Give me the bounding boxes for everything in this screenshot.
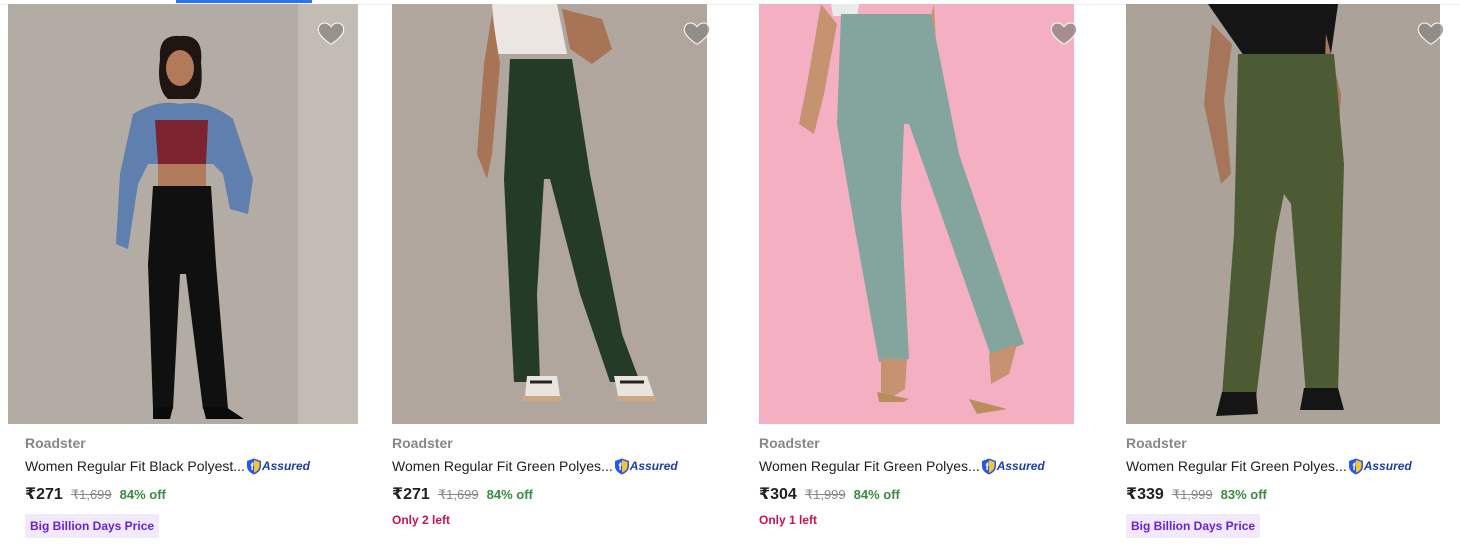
assured-label: Assured — [1363, 459, 1412, 473]
product-brand: Roadster — [25, 435, 86, 451]
flipkart-assured-icon: f — [246, 458, 261, 474]
stock-note: Only 2 left — [392, 513, 451, 527]
original-price: ₹1,999 — [1171, 487, 1213, 502]
assured-badge: f Assured — [246, 458, 310, 475]
flipkart-assured-icon: f — [614, 458, 629, 474]
product-title[interactable]: Women Regular Fit Green Polyes... — [392, 456, 613, 476]
flipkart-assured-icon: f — [981, 458, 996, 474]
original-price: ₹1,699 — [70, 487, 112, 502]
heart-icon[interactable] — [1416, 18, 1446, 48]
heart-icon[interactable] — [316, 18, 346, 48]
product-title[interactable]: Women Regular Fit Green Polyes... — [1126, 456, 1347, 476]
selling-price: ₹339 — [1126, 486, 1164, 503]
product-brand: Roadster — [759, 435, 820, 451]
product-image[interactable] — [392, 4, 707, 424]
active-tab-indicator — [176, 0, 312, 3]
product-image[interactable] — [8, 4, 358, 424]
heart-icon[interactable] — [682, 18, 712, 48]
product-info: Roadster Women Regular Fit Green Polyes.… — [1126, 434, 1446, 538]
assured-badge: f Assured — [981, 458, 1045, 475]
stock-note: Only 1 left — [759, 513, 818, 527]
product-info: Roadster Women Regular Fit Green Polyes.… — [759, 434, 1079, 527]
offer-badge: Big Billion Days Price — [25, 514, 160, 538]
original-price: ₹1,699 — [437, 487, 479, 502]
selling-price: ₹304 — [759, 486, 797, 503]
assured-label: Assured — [261, 459, 310, 473]
assured-label: Assured — [996, 459, 1045, 473]
assured-badge: f Assured — [1348, 458, 1412, 475]
discount-percent: 84% off — [119, 487, 166, 502]
assured-label: Assured — [629, 459, 678, 473]
original-price: ₹1,999 — [804, 487, 846, 502]
offer-badge: Big Billion Days Price — [1126, 514, 1261, 538]
product-brand: Roadster — [1126, 435, 1187, 451]
product-title[interactable]: Women Regular Fit Black Polyest... — [25, 456, 245, 476]
selling-price: ₹271 — [392, 486, 430, 503]
product-image[interactable] — [1126, 4, 1440, 424]
product-info: Roadster Women Regular Fit Green Polyes.… — [392, 434, 712, 527]
discount-percent: 84% off — [486, 487, 533, 502]
product-brand: Roadster — [392, 435, 453, 451]
discount-percent: 83% off — [1220, 487, 1267, 502]
heart-icon[interactable] — [1049, 18, 1079, 48]
flipkart-assured-icon: f — [1348, 458, 1363, 474]
assured-badge: f Assured — [614, 458, 678, 475]
selling-price: ₹271 — [25, 486, 63, 503]
product-title[interactable]: Women Regular Fit Green Polyes... — [759, 456, 980, 476]
product-image[interactable] — [759, 4, 1074, 424]
product-info: Roadster Women Regular Fit Black Polyest… — [25, 434, 345, 538]
discount-percent: 84% off — [853, 487, 900, 502]
